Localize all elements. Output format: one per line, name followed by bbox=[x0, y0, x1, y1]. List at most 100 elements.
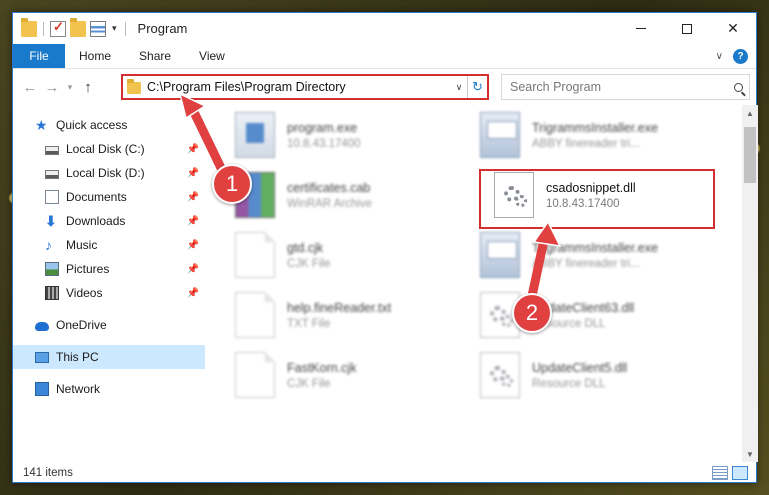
file-item[interactable]: TrigrammsInstaller.exe ABBY finereader tr… bbox=[450, 229, 695, 281]
tab-file[interactable]: File bbox=[13, 44, 65, 68]
sidebar-item-local-disk-c[interactable]: Local Disk (C:) 📌 bbox=[13, 137, 205, 161]
file-item[interactable]: FastKorn.cjk CJK File bbox=[205, 349, 450, 401]
file-item[interactable]: UpdateClient63.dll Resource DLL bbox=[450, 289, 695, 341]
sidebar-item-label: Music bbox=[66, 238, 98, 252]
item-count: 141 items bbox=[23, 466, 73, 479]
pin-icon[interactable]: 📌 bbox=[187, 192, 199, 203]
navigation-pane: ★ Quick access Local Disk (C:) 📌 Local D… bbox=[13, 105, 205, 462]
forward-arrow-icon[interactable]: → bbox=[41, 79, 63, 96]
pin-icon[interactable]: 📌 bbox=[187, 216, 199, 227]
file-highlight-box bbox=[479, 169, 715, 229]
file-details: ABBY finereader tri... bbox=[532, 137, 640, 150]
properties-icon[interactable] bbox=[90, 20, 106, 37]
search-input[interactable]: Search Program bbox=[502, 80, 727, 94]
file-details: Resource DLL bbox=[532, 377, 606, 390]
pin-icon[interactable]: 📌 bbox=[187, 264, 199, 275]
refresh-icon[interactable]: ↻ bbox=[467, 76, 487, 98]
sidebar-item-label: Network bbox=[56, 382, 101, 396]
divider bbox=[124, 21, 126, 36]
maximize-button[interactable] bbox=[664, 13, 710, 44]
ribbon-right: ∨ ? bbox=[716, 44, 756, 68]
navigation-bar: ← → ▾ ↑ C:\Program Files\Program Directo… bbox=[13, 69, 756, 105]
window-title: Program bbox=[137, 21, 188, 36]
divider bbox=[43, 21, 44, 36]
sidebar-item-label: This PC bbox=[56, 350, 99, 364]
sidebar-item-downloads[interactable]: ⬇ Downloads 📌 bbox=[13, 209, 205, 233]
ribbon-tabs: File Home Share View ∨ ? bbox=[13, 44, 756, 69]
folder-icon bbox=[21, 17, 37, 37]
file-details: CJK File bbox=[287, 257, 331, 270]
disk-icon bbox=[45, 169, 59, 179]
search-box[interactable]: Search Program bbox=[501, 74, 750, 100]
details-view-icon[interactable] bbox=[712, 465, 728, 480]
file-name: help.fineReader.txt bbox=[287, 300, 392, 315]
file-name: FastKorn.cjk bbox=[287, 360, 357, 375]
pin-icon[interactable]: 📌 bbox=[187, 168, 199, 179]
downloads-icon: ⬇ bbox=[45, 213, 57, 229]
setup-icon bbox=[480, 112, 520, 158]
pin-icon[interactable]: 📌 bbox=[187, 144, 199, 155]
exe-icon bbox=[235, 112, 275, 158]
file-name: TrigrammsInstaller.exe bbox=[532, 240, 658, 255]
address-path[interactable]: C:\Program Files\Program Directory bbox=[147, 80, 451, 94]
document-icon bbox=[235, 292, 275, 338]
tab-home[interactable]: Home bbox=[65, 44, 125, 68]
help-icon[interactable]: ? bbox=[733, 48, 748, 64]
minimize-icon bbox=[636, 28, 646, 29]
sidebar-item-network[interactable]: Network bbox=[13, 377, 205, 401]
sidebar-item-local-disk-d[interactable]: Local Disk (D:) 📌 bbox=[13, 161, 205, 185]
chevron-down-icon[interactable]: ▾ bbox=[112, 23, 117, 34]
sidebar-item-documents[interactable]: Documents 📌 bbox=[13, 185, 205, 209]
network-icon bbox=[35, 382, 49, 396]
file-details: WinRAR Archive bbox=[287, 197, 372, 210]
file-item[interactable]: TrigrammsInstaller.exe ABBY finereader tr… bbox=[450, 109, 695, 161]
file-name: UpdateClient5.dll bbox=[532, 360, 628, 375]
tiles-view-icon[interactable] bbox=[732, 465, 748, 480]
sidebar-item-onedrive[interactable]: OneDrive bbox=[13, 313, 205, 337]
status-bar: 141 items bbox=[13, 462, 756, 483]
sidebar-item-label: Downloads bbox=[66, 214, 126, 228]
vertical-scrollbar[interactable]: ▲ ▼ bbox=[742, 105, 758, 462]
sidebar-item-label: Pictures bbox=[66, 262, 110, 276]
close-button[interactable]: ✕ bbox=[710, 13, 756, 44]
computer-icon bbox=[35, 351, 49, 363]
file-details: CJK File bbox=[287, 377, 331, 390]
sidebar-item-videos[interactable]: Videos 📌 bbox=[13, 281, 205, 305]
file-item[interactable]: help.fineReader.txt TXT File bbox=[205, 289, 450, 341]
pin-icon[interactable]: 📌 bbox=[187, 288, 199, 299]
folder-icon bbox=[127, 79, 141, 94]
window-controls: ✕ bbox=[618, 13, 756, 44]
disk-icon bbox=[45, 145, 59, 155]
sidebar-item-music[interactable]: ♪ Music 📌 bbox=[13, 233, 205, 257]
back-arrow-icon[interactable]: ← bbox=[19, 79, 41, 96]
close-icon: ✕ bbox=[727, 20, 739, 36]
sidebar-item-this-pc[interactable]: This PC bbox=[13, 345, 205, 369]
address-bar[interactable]: C:\Program Files\Program Directory ∨ ↻ bbox=[121, 74, 489, 100]
scrollbar-thumb[interactable] bbox=[744, 127, 756, 183]
properties-check-icon[interactable] bbox=[50, 19, 66, 37]
tab-view[interactable]: View bbox=[185, 44, 239, 68]
tab-share[interactable]: Share bbox=[125, 44, 185, 68]
file-name: gtd.cjk bbox=[287, 240, 324, 255]
expand-ribbon-icon[interactable]: ∨ bbox=[716, 51, 723, 62]
recent-locations-icon[interactable]: ▾ bbox=[63, 82, 77, 93]
new-folder-icon[interactable] bbox=[70, 17, 86, 37]
scroll-up-icon[interactable]: ▲ bbox=[742, 105, 758, 121]
search-icon[interactable] bbox=[727, 82, 749, 92]
star-icon: ★ bbox=[35, 117, 48, 133]
file-details: ABBY finereader tri... bbox=[532, 257, 640, 270]
minimize-button[interactable] bbox=[618, 13, 664, 44]
pin-icon[interactable]: 📌 bbox=[187, 240, 199, 251]
sidebar-item-pictures[interactable]: Pictures 📌 bbox=[13, 257, 205, 281]
file-item[interactable]: gtd.cjk CJK File bbox=[205, 229, 450, 281]
sidebar-item-quick-access[interactable]: ★ Quick access bbox=[13, 113, 205, 137]
up-arrow-icon[interactable]: ↑ bbox=[77, 79, 99, 96]
step-2-badge: 2 bbox=[512, 293, 552, 333]
document-icon bbox=[235, 232, 275, 278]
view-switcher bbox=[712, 465, 756, 480]
file-item[interactable]: program.exe 10.8.43.17400 bbox=[205, 109, 450, 161]
file-name: TrigrammsInstaller.exe bbox=[532, 120, 658, 135]
file-item[interactable]: UpdateClient5.dll Resource DLL bbox=[450, 349, 695, 401]
scroll-down-icon[interactable]: ▼ bbox=[742, 446, 758, 462]
chevron-down-icon[interactable]: ∨ bbox=[451, 82, 467, 93]
